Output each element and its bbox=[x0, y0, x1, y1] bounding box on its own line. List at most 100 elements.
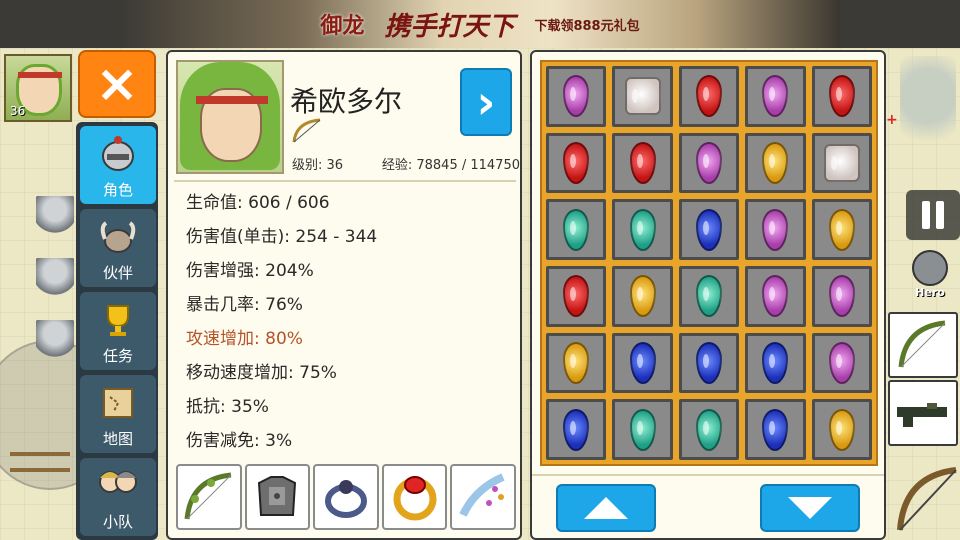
horned-helmet-icon bbox=[96, 215, 140, 259]
inventory-slot[interactable] bbox=[811, 66, 872, 127]
cyan-gem-icon bbox=[695, 275, 722, 318]
arrow-down-icon bbox=[788, 497, 832, 519]
scroll-up-button[interactable] bbox=[556, 484, 656, 532]
equip-slot-weapon[interactable] bbox=[176, 464, 242, 530]
inventory-slot[interactable] bbox=[612, 266, 673, 327]
inventory-slot[interactable] bbox=[612, 399, 673, 460]
inventory-slot[interactable] bbox=[678, 399, 740, 460]
side-item-character[interactable]: 角色 bbox=[80, 126, 156, 204]
stat-resist: 抵抗: 35% bbox=[186, 397, 269, 417]
purple-gem-icon bbox=[762, 208, 789, 251]
yellow-gem-icon bbox=[563, 341, 590, 384]
divider bbox=[174, 180, 516, 182]
side-item-label: 任务 bbox=[102, 347, 133, 365]
side-item-companion[interactable]: 伙伴 bbox=[80, 209, 156, 287]
inventory-slot[interactable] bbox=[612, 199, 673, 260]
blue-gem-icon bbox=[695, 341, 722, 384]
feather-charm-icon bbox=[459, 473, 505, 517]
blue-gem-icon bbox=[563, 408, 590, 451]
inventory-slot[interactable] bbox=[546, 266, 607, 327]
stats-list: 生命值: 606 / 606 伤害值(单击): 254 - 344 伤害增强: … bbox=[186, 188, 377, 460]
equip-slot-charm[interactable] bbox=[450, 464, 516, 530]
pause-button[interactable] bbox=[906, 190, 960, 240]
red-gem-icon bbox=[828, 75, 855, 118]
soldier-sprite bbox=[36, 320, 74, 366]
side-item-label: 伙伴 bbox=[102, 264, 133, 282]
ad-banner[interactable]: 御龙 携手打天下 下载领888元礼包 bbox=[120, 0, 840, 48]
exp-text: 经验: 78845 / 114750 bbox=[381, 158, 520, 173]
inventory-slot[interactable] bbox=[546, 199, 607, 260]
pause-icon bbox=[936, 201, 944, 229]
side-item-label: 角色 bbox=[102, 181, 133, 199]
yellow-gem-icon bbox=[828, 208, 855, 251]
purple-gem-icon bbox=[563, 75, 590, 118]
hero-helmet bbox=[912, 250, 948, 286]
crossbow-skill[interactable] bbox=[892, 460, 960, 540]
top-left-strip bbox=[0, 0, 120, 48]
inventory-slot[interactable] bbox=[678, 266, 740, 327]
inventory-slot[interactable] bbox=[678, 332, 740, 394]
inventory-slot[interactable] bbox=[678, 66, 740, 127]
inventory-slot[interactable] bbox=[546, 399, 607, 460]
ruby-ring-icon bbox=[393, 476, 437, 521]
inventory-slot[interactable] bbox=[546, 132, 607, 194]
ally-sprite bbox=[900, 56, 956, 156]
party-leader-avatar[interactable]: 36 bbox=[4, 54, 72, 122]
inventory-slot[interactable] bbox=[745, 399, 806, 460]
inventory-slot[interactable] bbox=[546, 66, 607, 127]
inventory-slot[interactable] bbox=[811, 399, 872, 460]
equip-slot-accessory[interactable] bbox=[381, 464, 448, 530]
inventory-slot[interactable] bbox=[811, 266, 872, 327]
purple-gem-icon bbox=[762, 75, 789, 118]
stat-move-speed: 移动速度增加: 75% bbox=[186, 363, 337, 383]
trophy-icon bbox=[96, 298, 140, 342]
avatar-headband bbox=[18, 72, 62, 78]
equip-slot-armor[interactable] bbox=[244, 464, 311, 530]
red-gem-icon bbox=[695, 75, 722, 118]
close-button[interactable]: × bbox=[78, 50, 156, 118]
quick-slot-bow[interactable] bbox=[888, 312, 958, 378]
purple-gem-icon bbox=[695, 141, 722, 184]
inventory-slot[interactable] bbox=[811, 132, 872, 194]
inventory-slot[interactable] bbox=[678, 199, 740, 260]
blue-gem-icon bbox=[629, 341, 656, 384]
bow-icon bbox=[184, 472, 232, 520]
equipment-row bbox=[176, 464, 516, 534]
hero-label: Hero bbox=[915, 286, 945, 299]
divider bbox=[532, 474, 884, 476]
chevron-right-icon: › bbox=[476, 75, 496, 129]
close-icon: × bbox=[95, 54, 139, 114]
scroll-down-button[interactable] bbox=[760, 484, 860, 532]
blue-gem-icon bbox=[762, 341, 789, 384]
soldier-sprite bbox=[36, 258, 74, 304]
purple-gem-icon bbox=[828, 341, 855, 384]
inventory-slot[interactable] bbox=[612, 332, 673, 394]
map-scroll-icon bbox=[96, 381, 140, 425]
side-item-party[interactable]: 小队 bbox=[80, 458, 156, 536]
quick-slot-gun[interactable] bbox=[888, 380, 958, 446]
red-gem-icon bbox=[563, 141, 590, 184]
fence bbox=[10, 452, 70, 472]
side-item-map[interactable]: 地图 bbox=[80, 375, 156, 453]
inventory-slot[interactable] bbox=[745, 199, 806, 260]
yellow-gem-icon bbox=[629, 275, 656, 318]
equip-slot-ring[interactable] bbox=[313, 464, 379, 530]
inventory-slot[interactable] bbox=[811, 332, 872, 394]
inventory-slot[interactable] bbox=[678, 132, 740, 194]
inventory-slot[interactable] bbox=[745, 132, 806, 194]
inventory-slot[interactable] bbox=[612, 66, 673, 127]
inventory-slot[interactable] bbox=[745, 332, 806, 394]
inventory-slot[interactable] bbox=[612, 132, 673, 194]
side-item-quest[interactable]: 任务 bbox=[80, 292, 156, 370]
side-menu: 角色 伙伴 任务 地图 小队 bbox=[76, 122, 158, 540]
stat-damage-boost: 伤害增强: 204% bbox=[186, 261, 314, 281]
hero-portrait[interactable]: Hero bbox=[905, 250, 955, 306]
inventory-slot[interactable] bbox=[546, 332, 607, 394]
next-character-button[interactable]: › bbox=[460, 68, 512, 136]
inventory-slot[interactable] bbox=[745, 266, 806, 327]
heal-plus-icon: + bbox=[886, 112, 898, 128]
bow-icon bbox=[898, 320, 946, 368]
avatar-level: 36 bbox=[10, 104, 26, 118]
inventory-slot[interactable] bbox=[811, 199, 872, 260]
inventory-slot[interactable] bbox=[745, 66, 806, 127]
